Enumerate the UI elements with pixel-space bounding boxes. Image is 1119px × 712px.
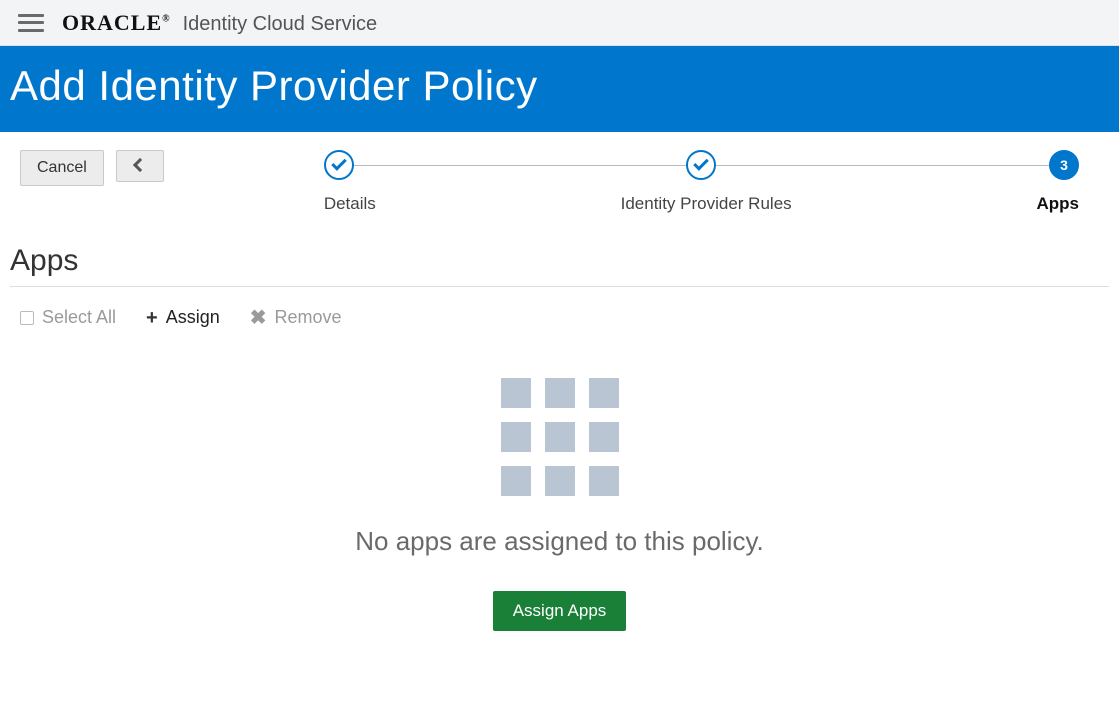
close-icon: ✖ bbox=[250, 308, 267, 328]
wizard-label-apps: Apps bbox=[1037, 194, 1080, 214]
empty-state-message: No apps are assigned to this policy. bbox=[0, 526, 1119, 557]
page-titlebar: Add Identity Provider Policy bbox=[0, 46, 1119, 132]
section-title: Apps bbox=[10, 244, 1109, 278]
remove-label: Remove bbox=[275, 307, 342, 328]
wizard-step-details[interactable] bbox=[324, 150, 354, 180]
empty-state: No apps are assigned to this policy. Ass… bbox=[0, 378, 1119, 631]
assign-button[interactable]: + Assign bbox=[146, 307, 220, 328]
check-icon bbox=[694, 155, 710, 171]
cancel-button[interactable]: Cancel bbox=[20, 150, 104, 186]
brand-block: ORACLE® Identity Cloud Service bbox=[62, 10, 377, 36]
brand-logo: ORACLE® bbox=[62, 10, 171, 36]
wizard-progress: 3 Details Identity Provider Rules Apps bbox=[324, 150, 1079, 214]
brand-logo-text: ORACLE bbox=[62, 10, 162, 35]
assign-label: Assign bbox=[166, 307, 220, 328]
back-button[interactable] bbox=[116, 150, 164, 182]
check-icon bbox=[331, 155, 347, 171]
service-name: Identity Cloud Service bbox=[183, 13, 378, 36]
brand-registered-mark: ® bbox=[162, 13, 170, 24]
chevron-left-icon bbox=[133, 158, 147, 172]
wizard-step-idp-rules[interactable] bbox=[686, 150, 716, 180]
select-all-checkbox bbox=[20, 311, 34, 325]
wizard-step-apps[interactable]: 3 bbox=[1049, 150, 1079, 180]
page-title: Add Identity Provider Policy bbox=[10, 62, 1109, 110]
wizard-step-number: 3 bbox=[1060, 157, 1068, 173]
select-all-label: Select All bbox=[42, 307, 116, 328]
controls-row: Cancel 3 Details Identity Provider Rules… bbox=[0, 132, 1119, 214]
wizard-label-details: Details bbox=[324, 194, 376, 214]
apps-grid-icon bbox=[501, 378, 619, 496]
plus-icon: + bbox=[146, 308, 158, 328]
remove-button: ✖ Remove bbox=[250, 307, 342, 328]
wizard-label-idp-rules: Identity Provider Rules bbox=[621, 194, 792, 214]
menu-icon[interactable] bbox=[18, 14, 44, 32]
select-all-control: Select All bbox=[20, 307, 116, 328]
apps-toolbar: Select All + Assign ✖ Remove bbox=[0, 287, 1119, 338]
app-topbar: ORACLE® Identity Cloud Service bbox=[0, 0, 1119, 46]
assign-apps-button[interactable]: Assign Apps bbox=[493, 591, 627, 631]
